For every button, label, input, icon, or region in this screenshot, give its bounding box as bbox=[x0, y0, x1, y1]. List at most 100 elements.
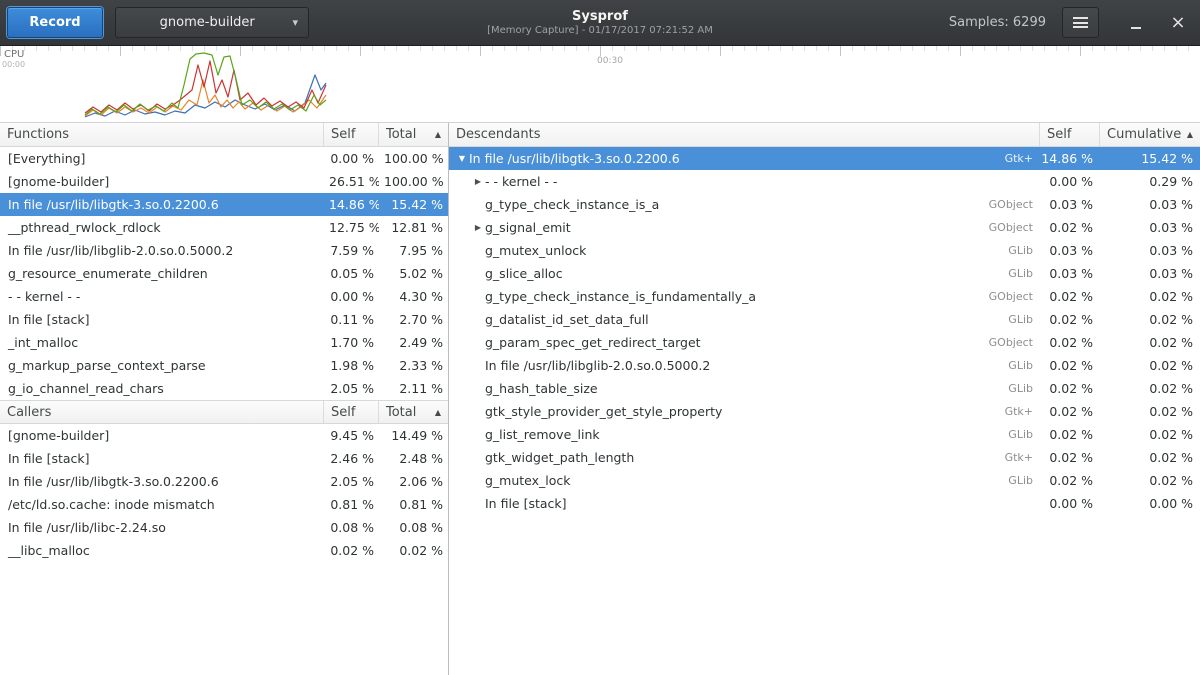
row-self-value: 0.02 % bbox=[324, 543, 379, 558]
tree-row[interactable]: In file [stack]0.00 %0.00 % bbox=[449, 492, 1200, 515]
table-row[interactable]: In file /usr/lib/libgtk-3.so.0.2200.62.0… bbox=[0, 470, 448, 493]
row-cumulative-value: 15.42 % bbox=[1100, 151, 1200, 166]
table-row[interactable]: g_markup_parse_context_parse1.98 %2.33 % bbox=[0, 354, 448, 377]
minimize-button[interactable] bbox=[1121, 8, 1151, 38]
row-total-value: 4.30 % bbox=[379, 289, 448, 304]
table-row[interactable]: In file [stack]0.11 %2.70 % bbox=[0, 308, 448, 331]
sort-indicator-icon: ▲ bbox=[1187, 130, 1193, 139]
tree-row[interactable]: g_type_check_instance_is_aGObject0.03 %0… bbox=[449, 193, 1200, 216]
table-row[interactable]: In file [stack]2.46 %2.48 % bbox=[0, 447, 448, 470]
menu-button[interactable] bbox=[1062, 7, 1099, 38]
expander-expanded-icon[interactable]: ▼ bbox=[455, 154, 469, 163]
process-selector-dropdown[interactable]: gnome-builder ▾ bbox=[115, 7, 309, 38]
function-name: g_param_spec_get_redirect_target bbox=[485, 335, 701, 350]
descendants-panel: Descendants Self Cumulative ▲ ▼In file /… bbox=[449, 123, 1200, 675]
row-self-value: 7.59 % bbox=[324, 243, 379, 258]
row-name: [Everything] bbox=[0, 151, 324, 166]
table-row[interactable]: __pthread_rwlock_rdlock12.75 %12.81 % bbox=[0, 216, 448, 239]
tree-row-name-cell: g_mutex_unlockGLib bbox=[449, 243, 1040, 258]
cpu-graph-area[interactable]: CPU 00:00 00:30 bbox=[0, 46, 1200, 123]
table-row[interactable]: [Everything]0.00 %100.00 % bbox=[0, 147, 448, 170]
tree-row[interactable]: ▼In file /usr/lib/libgtk-3.so.0.2200.6Gt… bbox=[449, 147, 1200, 170]
function-name: g_slice_alloc bbox=[485, 266, 563, 281]
tree-row[interactable]: In file /usr/lib/libglib-2.0.so.0.5000.2… bbox=[449, 354, 1200, 377]
library-tag: GLib bbox=[1000, 474, 1040, 487]
library-tag: GObject bbox=[981, 198, 1040, 211]
row-name: In file [stack] bbox=[0, 451, 324, 466]
tree-row[interactable]: g_mutex_unlockGLib0.03 %0.03 % bbox=[449, 239, 1200, 262]
close-button[interactable]: × bbox=[1163, 8, 1193, 38]
tree-row[interactable]: g_type_check_instance_is_fundamentally_a… bbox=[449, 285, 1200, 308]
library-tag: Gtk+ bbox=[997, 405, 1040, 418]
column-header-self[interactable]: Self bbox=[324, 401, 379, 423]
row-name: g_io_channel_read_chars bbox=[0, 381, 324, 396]
column-header-self[interactable]: Self bbox=[1040, 123, 1100, 146]
column-label: Descendants bbox=[456, 127, 541, 142]
table-row[interactable]: g_io_channel_read_chars2.05 %2.11 % bbox=[0, 377, 448, 400]
empty-area bbox=[449, 515, 1200, 675]
row-cumulative-value: 0.02 % bbox=[1100, 312, 1200, 327]
column-header-callers[interactable]: Callers bbox=[0, 401, 324, 423]
table-row[interactable]: _int_malloc1.70 %2.49 % bbox=[0, 331, 448, 354]
table-row[interactable]: In file /usr/lib/libgtk-3.so.0.2200.614.… bbox=[0, 193, 448, 216]
row-total-value: 14.49 % bbox=[379, 428, 448, 443]
table-row[interactable]: In file /usr/lib/libglib-2.0.so.0.5000.2… bbox=[0, 239, 448, 262]
column-header-self[interactable]: Self bbox=[324, 123, 379, 146]
tree-row[interactable]: gtk_widget_path_lengthGtk+0.02 %0.02 % bbox=[449, 446, 1200, 469]
row-self-value: 0.81 % bbox=[324, 497, 379, 512]
row-total-value: 0.81 % bbox=[379, 497, 448, 512]
row-name: g_markup_parse_context_parse bbox=[0, 358, 324, 373]
tree-row[interactable]: g_param_spec_get_redirect_targetGObject0… bbox=[449, 331, 1200, 354]
tree-row[interactable]: g_list_remove_linkGLib0.02 %0.02 % bbox=[449, 423, 1200, 446]
expander-collapsed-icon[interactable]: ▶ bbox=[471, 223, 485, 232]
row-self-value: 0.02 % bbox=[1040, 312, 1100, 327]
row-self-value: 0.00 % bbox=[1040, 496, 1100, 511]
table-row[interactable]: __libc_malloc0.02 %0.02 % bbox=[0, 539, 448, 562]
row-name: In file /usr/lib/libc-2.24.so bbox=[0, 520, 324, 535]
tree-row-name-cell: g_slice_alloc GLib bbox=[449, 266, 1040, 281]
table-row[interactable]: g_resource_enumerate_children0.05 %5.02 … bbox=[0, 262, 448, 285]
tree-row[interactable]: g_hash_table_sizeGLib0.02 %0.02 % bbox=[449, 377, 1200, 400]
table-row[interactable]: - - kernel - -0.00 %4.30 % bbox=[0, 285, 448, 308]
row-total-value: 12.81 % bbox=[379, 220, 448, 235]
library-tag: GLib bbox=[1000, 267, 1040, 280]
tree-row-name-cell: gtk_style_provider_get_style_propertyGtk… bbox=[449, 404, 1040, 419]
table-row[interactable]: [gnome-builder]26.51 %100.00 % bbox=[0, 170, 448, 193]
tree-row[interactable]: gtk_style_provider_get_style_propertyGtk… bbox=[449, 400, 1200, 423]
function-name: gtk_widget_path_length bbox=[485, 450, 634, 465]
row-self-value: 0.02 % bbox=[1040, 289, 1100, 304]
tree-row[interactable]: g_slice_allocGLib0.03 %0.03 % bbox=[449, 262, 1200, 285]
tree-row-name-cell: ▶g_signal_emitGObject bbox=[449, 220, 1040, 235]
tree-row[interactable]: g_datalist_id_set_data_fullGLib0.02 %0.0… bbox=[449, 308, 1200, 331]
tree-row[interactable]: g_mutex_lockGLib0.02 %0.02 % bbox=[449, 469, 1200, 492]
library-tag: GObject bbox=[981, 221, 1040, 234]
column-header-total[interactable]: Total ▲ bbox=[379, 123, 448, 146]
row-name: [gnome-builder] bbox=[0, 174, 324, 189]
table-row[interactable]: /etc/ld.so.cache: inode mismatch0.81 %0.… bbox=[0, 493, 448, 516]
column-header-total[interactable]: Total ▲ bbox=[379, 401, 448, 423]
tree-row-name-cell: g_param_spec_get_redirect_targetGObject bbox=[449, 335, 1040, 350]
function-name: In file /usr/lib/libgtk-3.so.0.2200.6 bbox=[469, 151, 680, 166]
column-header-functions[interactable]: Functions bbox=[0, 123, 324, 146]
row-cumulative-value: 0.02 % bbox=[1100, 289, 1200, 304]
table-row[interactable]: In file /usr/lib/libc-2.24.so0.08 %0.08 … bbox=[0, 516, 448, 539]
row-self-value: 14.86 % bbox=[1040, 151, 1100, 166]
row-name: _int_malloc bbox=[0, 335, 324, 350]
function-name: g_type_check_instance_is_a bbox=[485, 197, 659, 212]
row-name: In file [stack] bbox=[0, 312, 324, 327]
row-total-value: 2.48 % bbox=[379, 451, 448, 466]
column-header-descendants[interactable]: Descendants bbox=[449, 123, 1040, 146]
tree-row-name-cell: In file /usr/lib/libglib-2.0.so.0.5000.2… bbox=[449, 358, 1040, 373]
row-cumulative-value: 0.02 % bbox=[1100, 473, 1200, 488]
table-row[interactable]: [gnome-builder]9.45 %14.49 % bbox=[0, 424, 448, 447]
sysprof-window: Record gnome-builder ▾ Sysprof [Memory C… bbox=[0, 0, 1200, 675]
expander-collapsed-icon[interactable]: ▶ bbox=[471, 177, 485, 186]
function-name: g_mutex_unlock bbox=[485, 243, 586, 258]
column-header-cumulative[interactable]: Cumulative ▲ bbox=[1100, 123, 1200, 146]
row-total-value: 100.00 % bbox=[379, 151, 448, 166]
row-self-value: 0.00 % bbox=[324, 289, 379, 304]
tree-row[interactable]: ▶g_signal_emitGObject0.02 %0.03 % bbox=[449, 216, 1200, 239]
record-button[interactable]: Record bbox=[7, 7, 103, 38]
row-cumulative-value: 0.02 % bbox=[1100, 381, 1200, 396]
tree-row[interactable]: ▶- - kernel - -0.00 %0.29 % bbox=[449, 170, 1200, 193]
